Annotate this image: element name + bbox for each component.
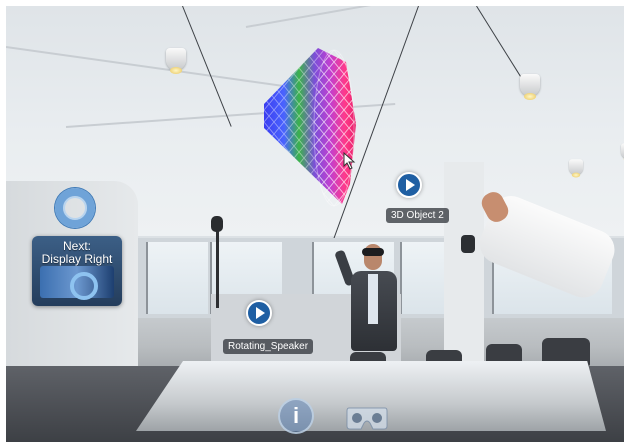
pointer-cursor-icon	[343, 152, 356, 170]
info-icon: i	[292, 403, 300, 428]
info-button[interactable]: i	[278, 398, 314, 434]
play-3d-object-2-button[interactable]	[396, 172, 422, 198]
wall-sensor	[461, 235, 475, 253]
next-display-title: Next: Display Right	[41, 239, 113, 266]
column	[444, 162, 484, 362]
rotating-speaker-label[interactable]: Rotating_Speaker	[223, 339, 314, 354]
play-rotating-speaker-button[interactable]	[246, 300, 272, 326]
ceiling-spotlight	[569, 159, 583, 178]
headset-visor	[362, 248, 384, 256]
speaker-stand	[216, 228, 219, 308]
vr-lens-right	[372, 413, 382, 423]
speaker	[211, 216, 223, 232]
3d-cone-object[interactable]	[254, 44, 364, 212]
ceiling-spotlight	[166, 48, 186, 74]
ring-icon	[55, 188, 95, 228]
person-shirt	[368, 274, 378, 324]
ceiling-spotlight	[520, 74, 540, 100]
play-icon	[406, 179, 415, 191]
window	[400, 242, 444, 314]
window	[146, 242, 208, 314]
vr-lens-left	[352, 413, 362, 423]
mixed-reality-view: 3D Object 2 Rotating_Speaker Next: Displ…	[6, 6, 624, 442]
cone-base	[313, 49, 355, 207]
play-icon	[256, 307, 265, 319]
next-display-card[interactable]: Next: Display Right	[32, 236, 122, 306]
vr-headset-button[interactable]	[346, 404, 388, 432]
display-preview	[40, 266, 114, 300]
3d-object-2-label[interactable]: 3D Object 2	[386, 208, 449, 223]
